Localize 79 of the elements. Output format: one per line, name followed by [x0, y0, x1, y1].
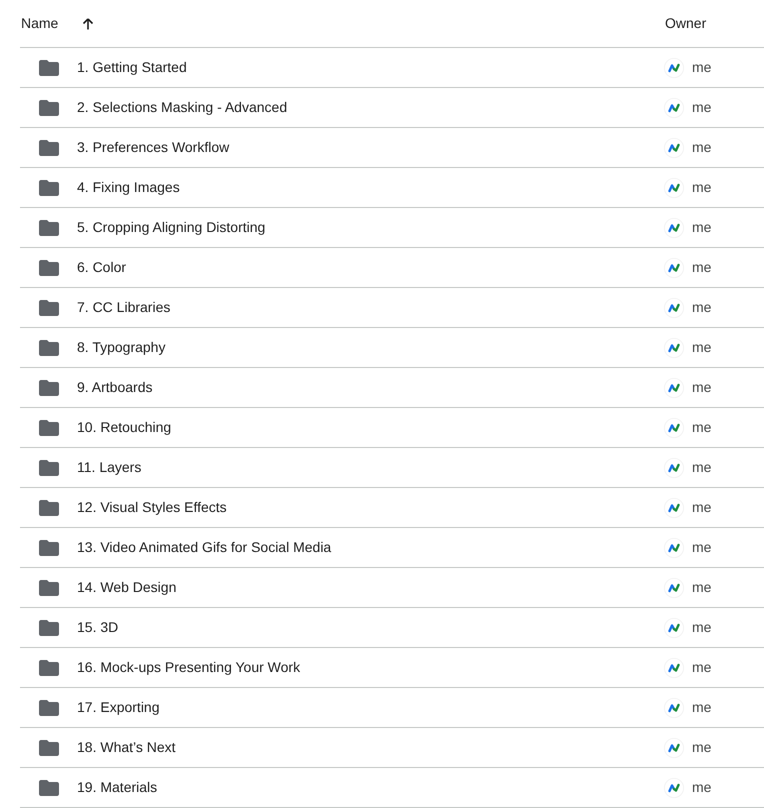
folder-name[interactable]: 6. Color [77, 257, 126, 278]
owner-name: me [692, 58, 712, 77]
owner-name: me [692, 258, 712, 277]
folder-name[interactable]: 18. What’s Next [77, 737, 176, 758]
folder-icon [39, 100, 59, 116]
owner-name: me [692, 538, 712, 557]
owner-avatar-icon [664, 458, 684, 478]
folder-name[interactable]: 12. Visual Styles Effects [77, 497, 227, 518]
owner-avatar-icon [664, 538, 684, 558]
arrow-up-icon[interactable] [82, 18, 94, 30]
folder-name[interactable]: 11. Layers [77, 457, 142, 478]
owner-name: me [692, 178, 712, 197]
owner-name: me [692, 778, 712, 797]
owner-avatar-icon [664, 378, 684, 398]
owner-avatar-icon [664, 618, 684, 638]
folder-icon [39, 700, 59, 716]
owner-avatar-icon [664, 98, 684, 118]
folder-name[interactable]: 5. Cropping Aligning Distorting [77, 217, 266, 238]
owner-avatar-icon [664, 338, 684, 358]
owner-name: me [692, 298, 712, 317]
owner-avatar-icon [664, 578, 684, 598]
owner-avatar-icon [664, 258, 684, 278]
folder-icon [39, 180, 59, 196]
folder-name[interactable]: 1. Getting Started [77, 57, 187, 78]
owner-avatar-icon [664, 778, 684, 798]
owner-avatar-icon [664, 178, 684, 198]
folder-name[interactable]: 16. Mock-ups Presenting Your Work [77, 657, 300, 678]
owner-name: me [692, 378, 712, 397]
owner-avatar-icon [664, 498, 684, 518]
folder-icon [39, 740, 59, 756]
owner-name: me [692, 698, 712, 717]
folder-icon [39, 660, 59, 676]
folder-name[interactable]: 4. Fixing Images [77, 177, 180, 198]
owner-name: me [692, 338, 712, 357]
folder-name[interactable]: 14. Web Design [77, 577, 176, 598]
owner-name: me [692, 98, 712, 117]
folder-icon [39, 140, 59, 156]
owner-name: me [692, 458, 712, 477]
owner-name: me [692, 138, 712, 157]
folder-icon [39, 780, 59, 796]
folder-icon [39, 460, 59, 476]
folder-icon [39, 380, 59, 396]
owner-name: me [692, 418, 712, 437]
folder-icon [39, 300, 59, 316]
owner-avatar-icon [664, 138, 684, 158]
owner-avatar-icon [664, 738, 684, 758]
folder-name[interactable]: 9. Artboards [77, 377, 152, 398]
owner-column-header[interactable]: Owner [665, 13, 706, 34]
folder-icon [39, 540, 59, 556]
folder-name[interactable]: 19. Materials [77, 777, 158, 798]
folder-name[interactable]: 13. Video Animated Gifs for Social Media [77, 537, 332, 558]
folder-name[interactable]: 2. Selections Masking - Advanced [77, 97, 288, 118]
folder-name[interactable]: 3. Preferences Workflow [77, 137, 230, 158]
folder-icon [39, 220, 59, 236]
folder-icon [39, 500, 59, 516]
name-column-header[interactable]: Name [21, 13, 58, 34]
owner-name: me [692, 578, 712, 597]
owner-avatar-icon [664, 58, 684, 78]
owner-avatar-icon [664, 658, 684, 678]
owner-avatar-icon [664, 418, 684, 438]
folder-icon [39, 260, 59, 276]
owner-name: me [692, 218, 712, 237]
owner-avatar-icon [664, 218, 684, 238]
owner-name: me [692, 738, 712, 757]
folder-icon [39, 340, 59, 356]
folder-name[interactable]: 17. Exporting [77, 697, 160, 718]
folder-icon [39, 420, 59, 436]
owner-name: me [692, 618, 712, 637]
owner-avatar-icon [664, 298, 684, 318]
folder-name[interactable]: 8. Typography [77, 337, 166, 358]
folder-icon [39, 620, 59, 636]
owner-name: me [692, 658, 712, 677]
folder-icon [39, 60, 59, 76]
owner-name: me [692, 498, 712, 517]
folder-name[interactable]: 10. Retouching [77, 417, 172, 438]
folder-name[interactable]: 15. 3D [77, 617, 118, 638]
folder-name[interactable]: 7. CC Libraries [77, 297, 170, 318]
owner-avatar-icon [664, 698, 684, 718]
folder-icon [39, 580, 59, 596]
